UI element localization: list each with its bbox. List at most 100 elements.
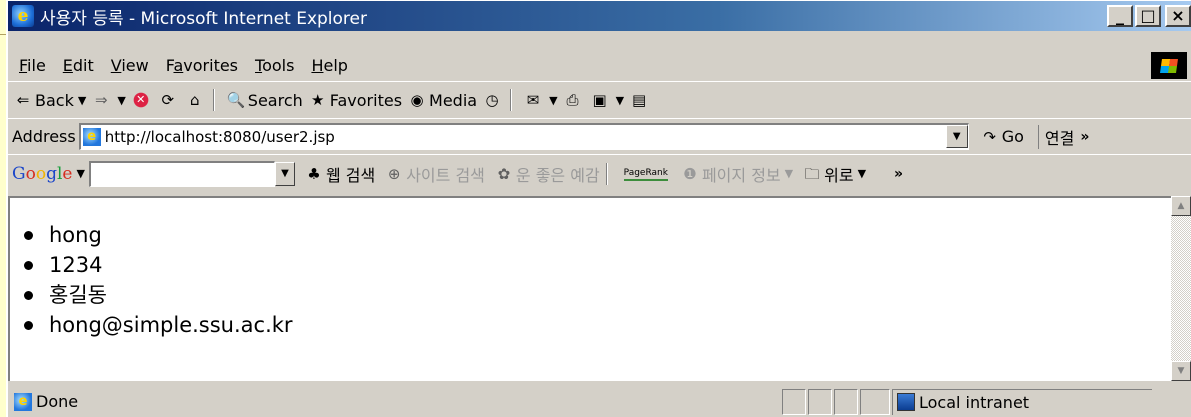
menu-favorites-rest: vorites <box>183 56 239 75</box>
scroll-up-button[interactable]: ▲ <box>1171 196 1191 216</box>
menu-edit-key: E <box>62 56 73 75</box>
google-search-input[interactable] <box>88 160 275 187</box>
menu-favorites[interactable]: Favorites <box>166 56 238 75</box>
history-button[interactable]: ◷ <box>483 91 504 109</box>
menu-edit[interactable]: Edit <box>63 56 94 75</box>
discuss-button[interactable]: ▤ <box>630 91 651 109</box>
page-info-label: 페이지 정보 <box>701 165 781 185</box>
back-button[interactable]: ⇐ Back ▼ <box>14 90 87 110</box>
favorites-button[interactable]: ★ Favorites <box>309 91 402 110</box>
lucky-button[interactable]: ✿ 운 좋은 예감 <box>495 162 600 186</box>
favorites-icon: ★ <box>311 91 325 109</box>
refresh-button[interactable]: ⟳ <box>159 91 180 109</box>
back-label: Back <box>35 90 74 110</box>
address-bar: Address e http://localhost:8080/user2.js… <box>8 118 1191 154</box>
close-button[interactable]: × <box>1165 5 1191 27</box>
mail-button[interactable]: ✉ ▼ <box>524 91 558 109</box>
forward-button[interactable]: ⇒ ▼ <box>92 91 126 109</box>
window-title: 사용자 등록 - Microsoft Internet Explorer <box>40 8 367 29</box>
media-button[interactable]: ◉ Media <box>408 91 477 110</box>
up-dropdown-icon[interactable]: ▼ <box>858 167 866 180</box>
site-search-button[interactable]: ⊕ 사이트 검색 <box>385 162 485 186</box>
list-item-text: 홍길동 <box>49 283 107 307</box>
pagerank-label: PageRank <box>623 167 668 181</box>
edit-dropdown-icon[interactable]: ▼ <box>616 94 624 107</box>
menu-view-key: V <box>110 56 122 75</box>
web-search-button[interactable]: ♣ 웹 검색 <box>305 162 375 186</box>
title-bar: e 사용자 등록 - Microsoft Internet Explorer _… <box>8 1 1191 31</box>
print-button[interactable]: ⎙ <box>564 91 585 109</box>
google-search-dropdown-icon[interactable]: ▼ <box>274 161 295 186</box>
back-arrow-icon: ⇐ <box>16 91 30 109</box>
page-info-dropdown-icon[interactable]: ▼ <box>785 167 793 180</box>
mail-dropdown-icon[interactable]: ▼ <box>549 94 557 107</box>
google-logo-letter: g <box>46 163 57 184</box>
lucky-icon: ✿ <box>497 164 511 183</box>
bullet-icon <box>24 230 33 240</box>
edit-icon: ▣ <box>592 91 607 109</box>
binoculars-icon: ♣ <box>307 164 321 183</box>
address-url[interactable]: http://localhost:8080/user2.jsp <box>105 128 335 146</box>
site-search-icon: ⊕ <box>387 164 401 183</box>
windows-logo-icon <box>1151 52 1187 79</box>
ie-logo-icon: e <box>12 5 34 27</box>
menu-view[interactable]: View <box>111 56 149 75</box>
list-item: 1234 <box>24 250 1171 280</box>
menu-favorites-key: a <box>173 56 184 75</box>
address-dropdown-icon[interactable]: ▼ <box>945 125 968 148</box>
mail-icon: ✉ <box>526 91 540 109</box>
forward-dropdown-icon[interactable]: ▼ <box>117 94 125 107</box>
media-label: Media <box>429 90 478 110</box>
status-text: Done <box>36 392 79 411</box>
google-logo-letter: G <box>12 163 26 184</box>
google-logo-letter: e <box>62 163 73 184</box>
folder-up-icon: 🗀 <box>804 164 820 183</box>
links-button[interactable]: 연결 <box>1037 124 1074 149</box>
go-button[interactable]: ↷ Go <box>981 127 1023 146</box>
menu-help[interactable]: Help <box>311 56 347 75</box>
menu-bar: File Edit View Favorites Tools Help <box>8 50 1191 81</box>
status-cell <box>808 388 832 415</box>
menu-help-rest: elp <box>323 56 348 75</box>
home-button[interactable]: ⌂ <box>186 91 207 109</box>
page-content: hong 1234 홍길동 hong@simple.ssu.ac.kr <box>8 196 1171 381</box>
address-field[interactable]: e http://localhost:8080/user2.jsp ▼ <box>78 123 969 150</box>
minimize-button[interactable]: _ <box>1107 5 1133 27</box>
print-icon: ⎙ <box>566 91 579 109</box>
web-search-label: 웹 검색 <box>325 165 376 185</box>
page-done-icon: e <box>14 392 32 411</box>
search-icon: 🔍 <box>226 91 246 109</box>
zone-label: Local intranet <box>919 392 1030 412</box>
edit-button[interactable]: ▣ ▼ <box>591 91 624 109</box>
google-logo[interactable]: Google ▼ <box>12 164 85 184</box>
maximize-button[interactable]: □ <box>1135 5 1161 27</box>
up-button[interactable]: 🗀 위로 ▼ <box>803 162 866 186</box>
lucky-label: 운 좋은 예감 <box>515 165 600 185</box>
user-info-list: hong 1234 홍길동 hong@simple.ssu.ac.kr <box>24 220 1171 340</box>
google-menu-dropdown-icon[interactable]: ▼ <box>76 167 84 180</box>
menu-tools[interactable]: Tools <box>255 56 294 75</box>
stop-button[interactable]: ✕ <box>131 91 153 109</box>
forward-arrow-icon: ⇒ <box>95 91 108 109</box>
security-zone[interactable]: Local intranet <box>892 388 1152 415</box>
chevron-right-icon[interactable]: » <box>1080 129 1089 145</box>
go-arrow-icon: ↷ <box>983 127 996 146</box>
status-cell <box>782 388 806 415</box>
scroll-down-button[interactable]: ▼ <box>1171 361 1191 381</box>
menu-view-rest: iew <box>121 56 149 75</box>
bullet-icon <box>24 260 33 270</box>
search-label: Search <box>247 90 303 110</box>
back-dropdown-icon[interactable]: ▼ <box>78 94 86 107</box>
media-icon: ◉ <box>410 91 424 109</box>
chevron-right-icon[interactable]: » <box>894 166 903 182</box>
search-button[interactable]: 🔍 Search <box>227 91 303 110</box>
list-item-text: hong@simple.ssu.ac.kr <box>49 313 293 337</box>
menu-file[interactable]: File <box>19 56 46 75</box>
address-label: Address <box>12 127 76 146</box>
toolbar-separator <box>605 162 608 185</box>
page-info-button[interactable]: ❶ 페이지 정보 ▼ <box>681 162 793 186</box>
bullet-icon <box>24 290 33 300</box>
pagerank-indicator[interactable]: PageRank <box>623 167 671 181</box>
menu-tools-rest: ools <box>262 56 295 75</box>
vertical-scrollbar[interactable]: ▲ ▼ <box>1171 196 1191 381</box>
